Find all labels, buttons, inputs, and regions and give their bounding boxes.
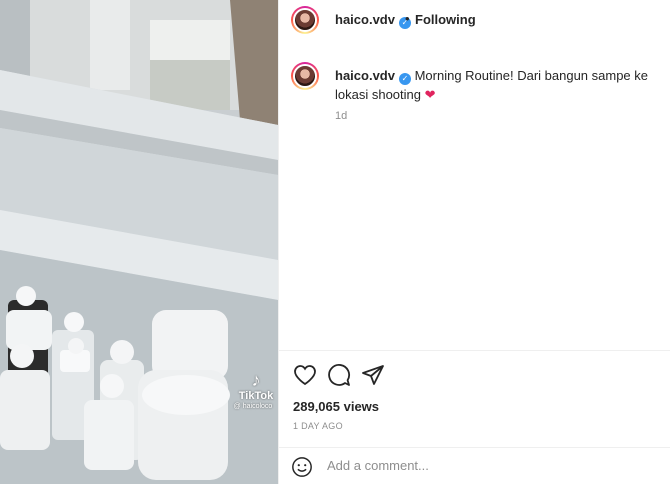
tiktok-brand: TikTok xyxy=(238,390,274,402)
comment-box: Add a comment... xyxy=(279,447,670,485)
tiktok-watermark: ♪ TikTok @ haicoloco xyxy=(234,370,276,412)
action-bar xyxy=(279,350,670,401)
following-button[interactable]: Following xyxy=(415,12,476,27)
avatar[interactable] xyxy=(291,6,319,34)
follow-separator: • xyxy=(405,11,410,26)
comment-input[interactable]: Add a comment... xyxy=(327,458,429,473)
view-count[interactable]: 289,065 views xyxy=(293,399,379,414)
caption-verified-badge-icon: ✓ xyxy=(398,73,411,85)
red-heart-icon: ❤ xyxy=(424,87,436,102)
caption-timestamp[interactable]: 1d xyxy=(335,110,347,122)
post-sidebar: haico.vdv ✓ • Following haico.vdv ✓ Mornin… xyxy=(278,0,670,484)
post-header: haico.vdv ✓ • Following xyxy=(279,0,670,40)
instagram-post: ♪ TikTok @ haicoloco haico.vdv ✓ • Follow… xyxy=(0,0,670,484)
header-username[interactable]: haico.vdv ✓ xyxy=(335,12,411,29)
emoji-smiley-icon[interactable] xyxy=(291,456,313,478)
comment-bubble-icon[interactable] xyxy=(327,363,351,387)
caption-text: haico.vdv ✓ Morning Routine! Dari bangun … xyxy=(335,66,665,104)
caption-username[interactable]: haico.vdv xyxy=(335,68,395,83)
tiktok-handle: @ haicoloco xyxy=(233,403,273,410)
post-video[interactable]: ♪ TikTok @ haicoloco xyxy=(0,0,278,484)
share-paper-plane-icon[interactable] xyxy=(361,363,385,387)
caption-avatar[interactable] xyxy=(291,62,319,90)
post-date[interactable]: 1 DAY AGO xyxy=(293,421,343,431)
like-heart-icon[interactable] xyxy=(293,363,317,387)
tiktok-logo-icon: ♪ xyxy=(251,370,261,390)
